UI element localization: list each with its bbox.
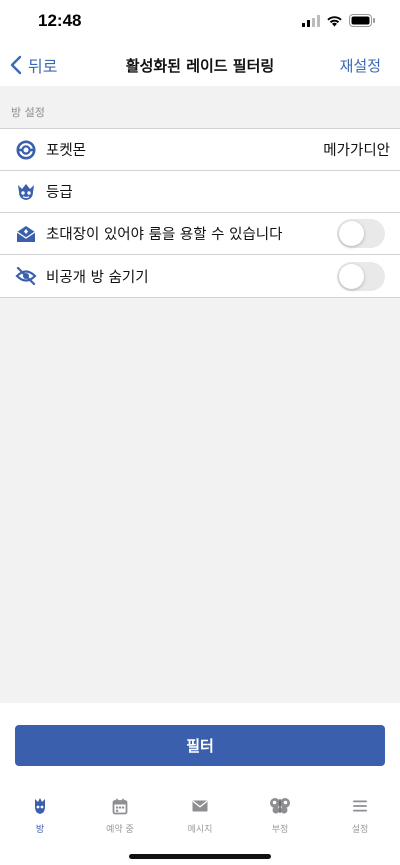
tier-row[interactable]: 등급 — [0, 171, 400, 213]
battery-icon — [349, 14, 375, 27]
tab-label: 설정 — [351, 825, 369, 835]
tab-messages[interactable]: 메시지 — [160, 791, 240, 841]
tab-report[interactable]: 부정 — [240, 791, 320, 841]
tab-raid[interactable]: 방 — [0, 791, 80, 841]
hide-private-label: 비공개 방 숨기기 — [46, 269, 149, 286]
invite-only-label: 초대장이 있어야 룸을 용할 수 있습니다 — [46, 227, 283, 243]
tab-settings[interactable]: 설정 — [320, 791, 400, 841]
mail-icon — [192, 795, 208, 817]
tier-label: 등급 — [46, 185, 73, 201]
calendar-icon — [112, 795, 128, 817]
status-bar: 12:48 — [0, 0, 400, 44]
bottom-panel: 필터 방 예약 중 메시지 부정 설정 — [0, 703, 400, 865]
home-indicator — [129, 854, 271, 859]
menu-icon — [353, 795, 367, 817]
invitation-icon — [15, 223, 37, 245]
toggle-knob — [339, 221, 364, 246]
eye-slash-icon — [15, 265, 37, 287]
status-time: 12:48 — [38, 11, 82, 30]
pokemon-value: 메가가디안 — [323, 143, 390, 159]
tab-scheduled[interactable]: 예약 중 — [80, 791, 160, 841]
wifi-icon — [327, 15, 342, 26]
cellular-signal-icon — [302, 14, 320, 27]
nav-bar: 뒤로 활성화된 레이드 필터링 재설정 — [0, 44, 400, 86]
filter-button[interactable]: 필터 — [15, 725, 385, 766]
toggle-knob — [339, 263, 364, 289]
settings-list: 포켓몬 메가가디안 등급 초대장이 있어야 룸을 용할 수 있습니다 비공개 방… — [0, 128, 400, 298]
pokeball-icon — [15, 139, 37, 161]
tab-label: 예약 중 — [106, 825, 134, 835]
raid-boss-icon — [15, 181, 37, 203]
tab-label: 방 — [35, 825, 45, 835]
hide-private-row: 비공개 방 숨기기 — [0, 255, 400, 297]
invite-only-row: 초대장이 있어야 룸을 용할 수 있습니다 — [0, 213, 400, 255]
butterfly-icon — [269, 795, 291, 817]
reset-button[interactable]: 재설정 — [340, 55, 381, 76]
tab-bar: 방 예약 중 메시지 부정 설정 — [0, 791, 400, 841]
status-icons — [302, 14, 376, 27]
pokemon-row[interactable]: 포켓몬 메가가디안 — [0, 129, 400, 171]
tab-label: 부정 — [271, 825, 289, 835]
raid-icon — [32, 795, 48, 817]
tab-label: 메시지 — [187, 825, 213, 835]
section-header: 방 설정 — [11, 106, 45, 119]
invite-only-toggle[interactable] — [337, 219, 385, 248]
pokemon-label: 포켓몬 — [46, 143, 87, 159]
hide-private-toggle[interactable] — [337, 261, 385, 291]
